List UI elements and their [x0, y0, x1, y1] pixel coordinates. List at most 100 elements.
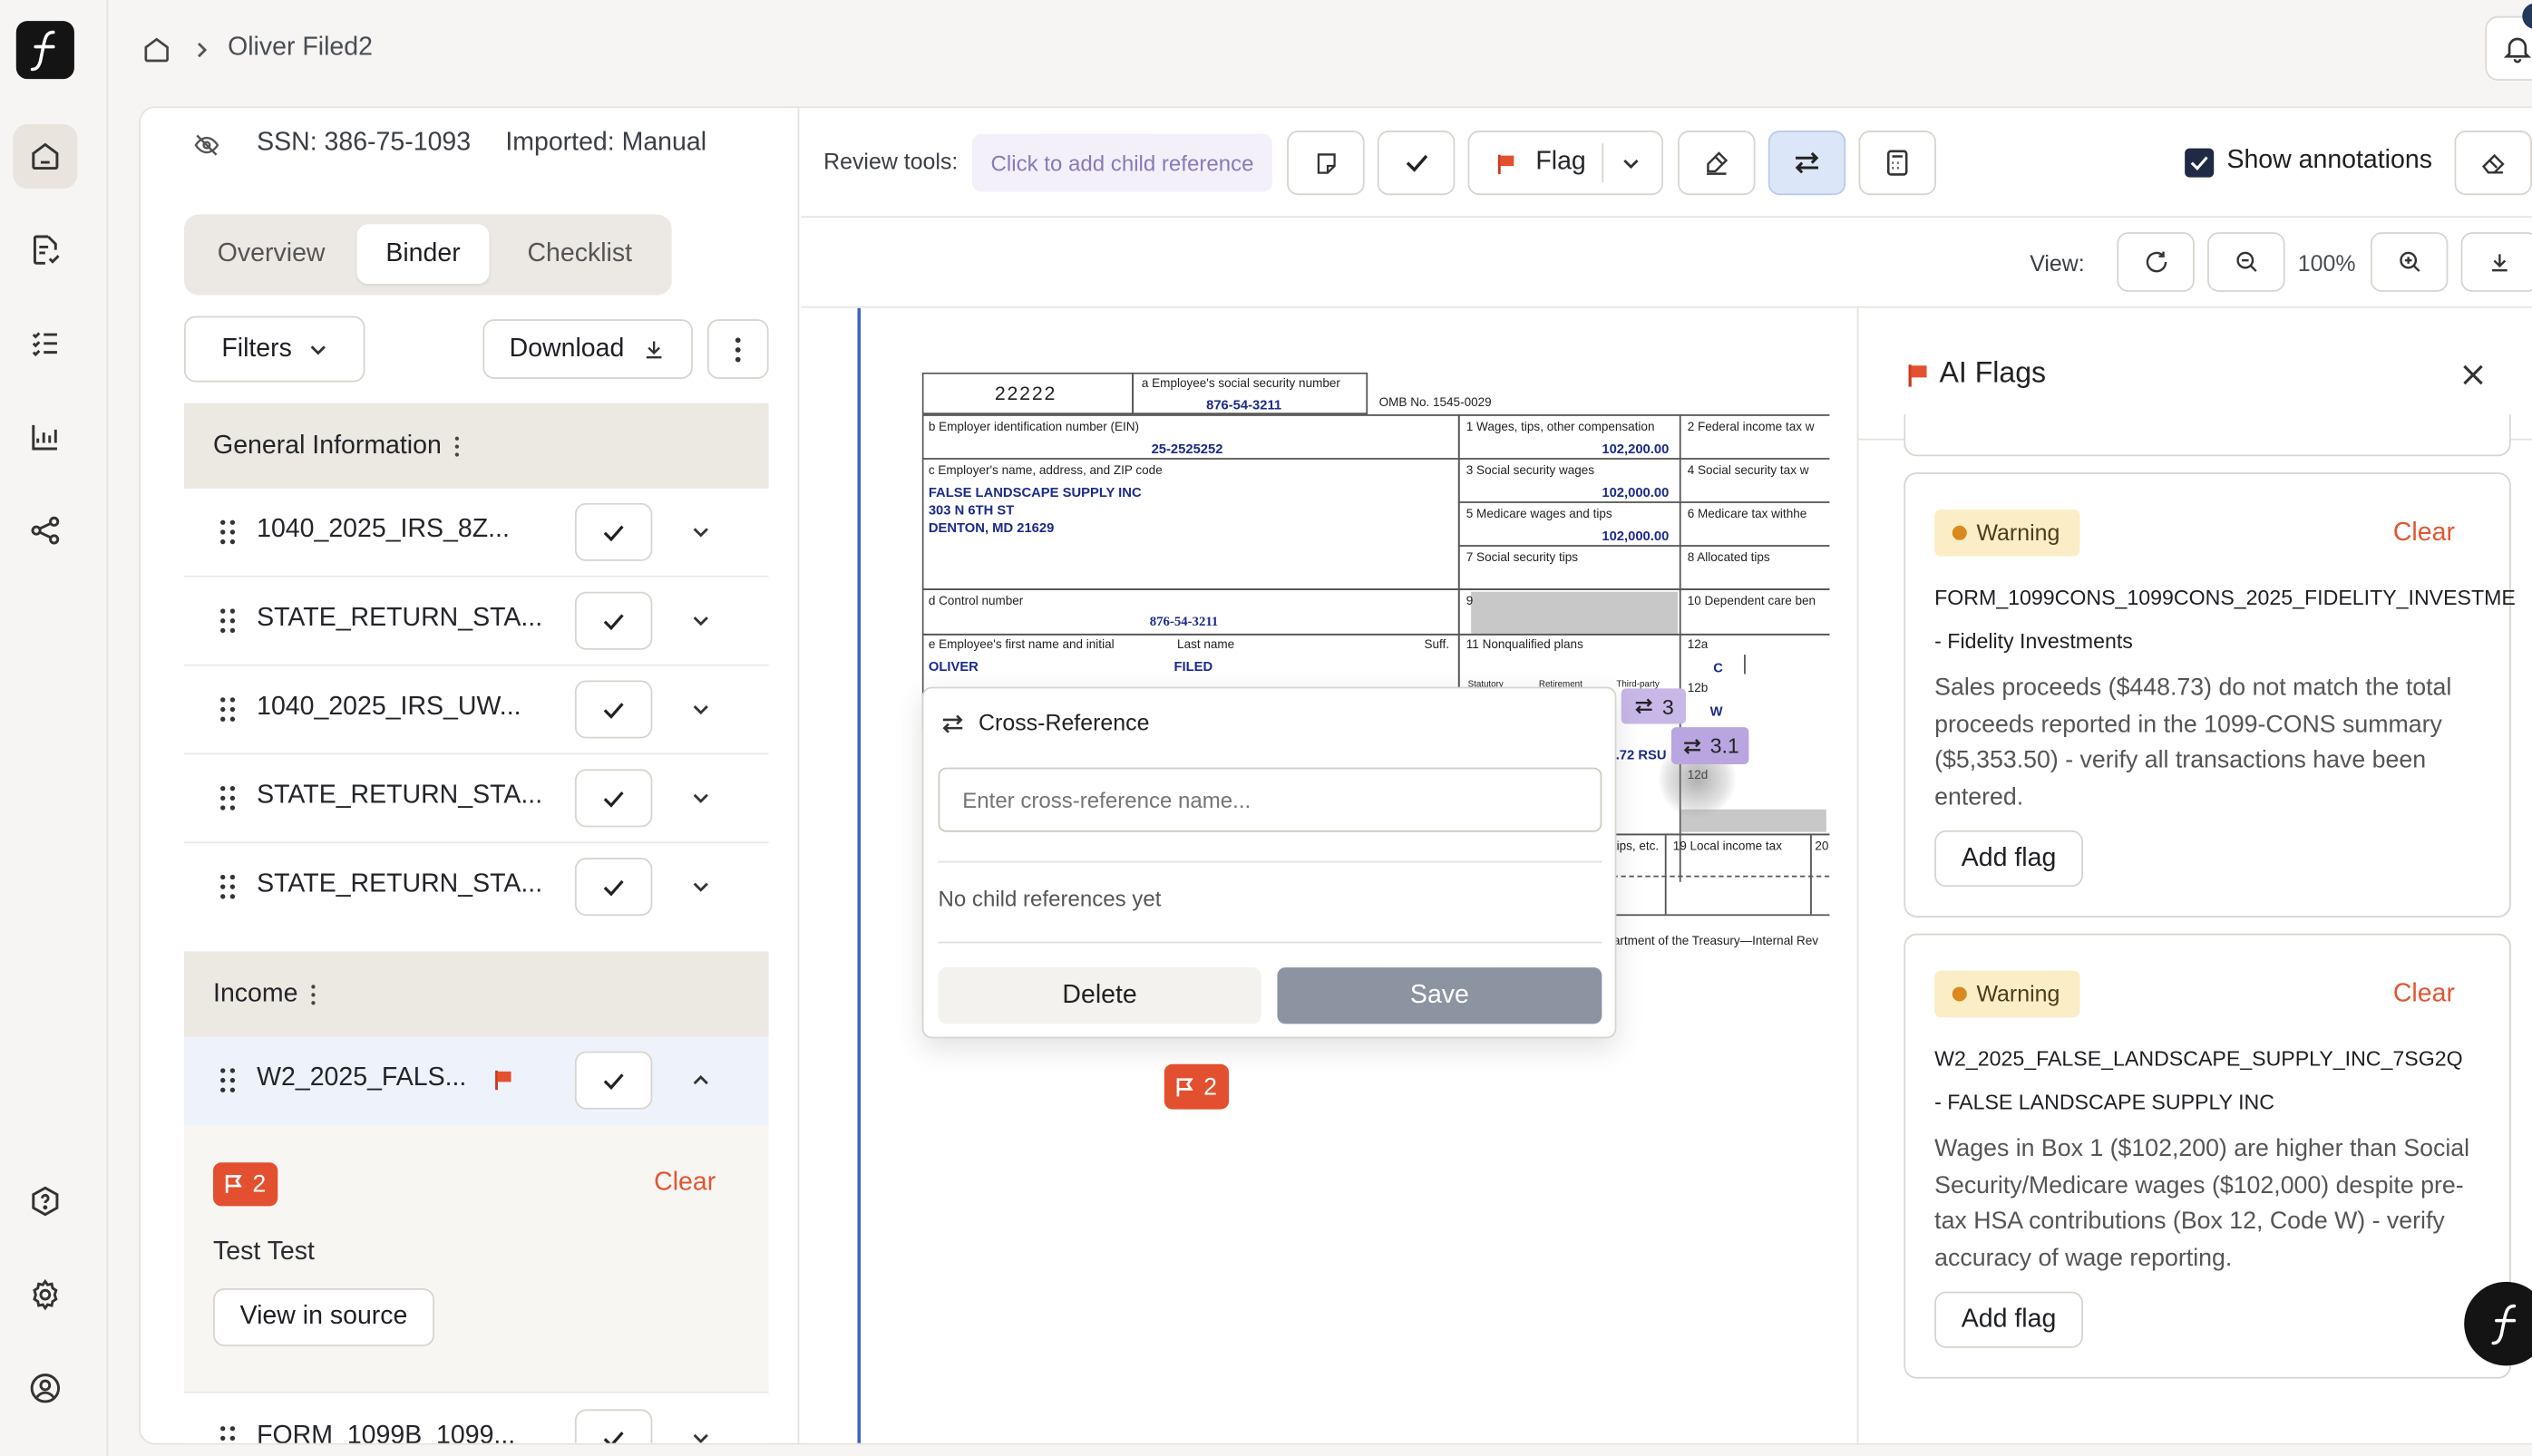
clear-flag-button[interactable]: Clear — [654, 1169, 716, 1198]
mark-reviewed-button[interactable] — [574, 769, 653, 828]
flag-count: 2 — [252, 1170, 267, 1199]
add-flag-button[interactable]: Add flag — [1934, 1291, 2083, 1348]
home-nav-icon[interactable] — [13, 123, 78, 189]
file-name[interactable]: STATE_RETURN_STA... — [257, 870, 542, 899]
close-icon[interactable] — [2462, 364, 2483, 385]
mark-reviewed-button[interactable] — [574, 1409, 653, 1443]
approve-check-icon[interactable] — [1377, 131, 1456, 196]
annotation-badge[interactable]: 3 — [1621, 688, 1686, 724]
drag-handle-icon[interactable] — [217, 783, 239, 812]
clear-button[interactable]: Clear — [2393, 519, 2455, 548]
profile-nav-icon[interactable] — [13, 1356, 77, 1421]
file-name[interactable]: 1040_2025_IRS_UW... — [257, 694, 521, 723]
section-income[interactable]: Income — [183, 951, 769, 1037]
page-flag-badge[interactable]: 2 — [1164, 1063, 1230, 1110]
zoom-out-icon[interactable] — [2207, 232, 2285, 292]
download-document-icon[interactable] — [2460, 232, 2532, 292]
show-annotations-checkbox[interactable] — [2185, 148, 2215, 178]
main-card: SSN: 386-75-1093 Imported: Manual Overvi… — [139, 106, 2532, 1445]
analytics-nav-icon[interactable] — [13, 404, 77, 469]
tab-checklist[interactable]: Checklist — [499, 224, 660, 284]
flag-source: - FALSE LANDSCAPE SUPPLY INC — [1934, 1090, 2274, 1114]
drag-handle-icon[interactable] — [217, 872, 239, 901]
view-in-source-button[interactable]: View in source — [213, 1288, 434, 1347]
expand-chevron-icon[interactable] — [685, 782, 717, 815]
section-menu-icon[interactable] — [311, 983, 317, 1005]
highlighter-icon[interactable] — [1678, 131, 1756, 196]
file-name[interactable]: STATE_RETURN_STA... — [257, 605, 542, 634]
binder-file-row[interactable]: 1040_2025_IRS_UW... — [183, 665, 769, 755]
settings-nav-icon[interactable] — [13, 1263, 77, 1327]
show-annotations-label[interactable]: Show annotations — [2226, 147, 2431, 176]
share-nav-icon[interactable] — [13, 499, 77, 563]
binder-file-row[interactable]: STATE_RETURN_STA... — [183, 577, 769, 666]
binder-file-row[interactable]: FORM_1099B_1099... — [183, 1394, 769, 1444]
notifications-bell-icon[interactable] — [2485, 15, 2532, 81]
expand-chevron-icon[interactable] — [685, 516, 717, 548]
app-logo-icon[interactable] — [15, 21, 74, 80]
add-child-reference-button[interactable]: Click to add child reference — [971, 133, 1273, 192]
mark-reviewed-button[interactable] — [574, 502, 653, 561]
collapse-chevron-icon[interactable] — [685, 1064, 717, 1097]
eraser-icon[interactable] — [2454, 131, 2532, 196]
w2-rule — [1664, 833, 1667, 915]
expand-chevron-icon[interactable] — [685, 694, 717, 726]
filters-button[interactable]: Filters — [183, 315, 365, 383]
sticky-note-icon[interactable] — [1287, 131, 1365, 196]
section-menu-icon[interactable] — [454, 434, 461, 457]
download-button[interactable]: Download — [482, 319, 693, 379]
cross-reference-icon[interactable] — [1768, 131, 1846, 196]
expand-chevron-icon[interactable] — [685, 1422, 717, 1443]
drag-handle-icon[interactable] — [217, 518, 239, 547]
expand-chevron-icon[interactable] — [685, 870, 717, 903]
w2-label: a Employee's social security number — [1141, 375, 1340, 391]
drag-handle-icon[interactable] — [217, 1066, 239, 1095]
calculator-icon[interactable] — [1858, 131, 1936, 196]
annotation-badge[interactable]: 3.1 — [1670, 727, 1749, 765]
annotation-number: 3.1 — [1709, 733, 1739, 758]
cross-reference-name-input[interactable] — [938, 767, 1602, 832]
w2-employer-line: 303 N 6TH ST — [928, 501, 1015, 518]
document-viewer[interactable]: 22222 a Employee's social security numbe… — [801, 307, 1857, 1443]
hide-ssn-icon[interactable] — [189, 128, 224, 163]
zoom-in-icon[interactable] — [2370, 232, 2449, 292]
drag-handle-icon[interactable] — [217, 695, 239, 724]
documents-nav-icon[interactable] — [13, 218, 77, 282]
drag-handle-icon[interactable] — [217, 1423, 239, 1444]
expand-chevron-icon[interactable] — [685, 605, 717, 637]
mark-reviewed-button[interactable] — [574, 1051, 653, 1110]
tab-binder[interactable]: Binder — [356, 224, 490, 285]
file-name[interactable]: FORM_1099B_1099... — [257, 1422, 515, 1443]
rotate-icon[interactable] — [2117, 232, 2195, 292]
help-nav-icon[interactable] — [13, 1169, 77, 1233]
section-general-information[interactable]: General Information — [183, 403, 769, 489]
tab-overview[interactable]: Overview — [194, 224, 349, 284]
w2-label: 12b — [1687, 680, 1709, 695]
binder-file-row[interactable]: STATE_RETURN_STA... — [183, 754, 769, 844]
save-button[interactable]: Save — [1277, 967, 1602, 1024]
chevron-down-icon[interactable] — [1621, 157, 1641, 171]
w2-label: e Employee's first name and initial — [928, 636, 1115, 652]
w2-rule — [1744, 655, 1746, 675]
clear-button[interactable]: Clear — [2393, 980, 2455, 1009]
file-name[interactable]: STATE_RETURN_STA... — [257, 782, 542, 811]
file-name[interactable]: 1040_2025_IRS_8Z... — [257, 516, 510, 545]
flag-split-button[interactable]: Flag — [1467, 131, 1664, 196]
delete-button[interactable]: Delete — [938, 967, 1261, 1024]
download-icon — [646, 340, 661, 358]
flag-count: 2 — [1203, 1073, 1217, 1101]
binder-file-row[interactable]: STATE_RETURN_STA... — [183, 843, 769, 932]
file-name[interactable]: W2_2025_FALS... — [257, 1064, 466, 1093]
breadcrumb-client-name[interactable]: Oliver Filed2 — [228, 34, 373, 63]
mark-reviewed-button[interactable] — [574, 858, 653, 917]
add-flag-button[interactable]: Add flag — [1934, 830, 2083, 888]
app-root: Oliver Filed2 SSN: 386-75-1093 Imported:… — [0, 0, 2532, 1456]
mark-reviewed-button[interactable] — [574, 591, 653, 650]
breadcrumb-home-icon[interactable] — [139, 33, 174, 68]
more-options-icon[interactable] — [706, 319, 769, 379]
binder-file-row-selected[interactable]: W2_2025_FALS... — [183, 1036, 769, 1126]
drag-handle-icon[interactable] — [217, 607, 239, 636]
checklist-nav-icon[interactable] — [13, 311, 77, 375]
mark-reviewed-button[interactable] — [574, 680, 653, 739]
binder-file-row[interactable]: 1040_2025_IRS_8Z... — [183, 488, 769, 578]
